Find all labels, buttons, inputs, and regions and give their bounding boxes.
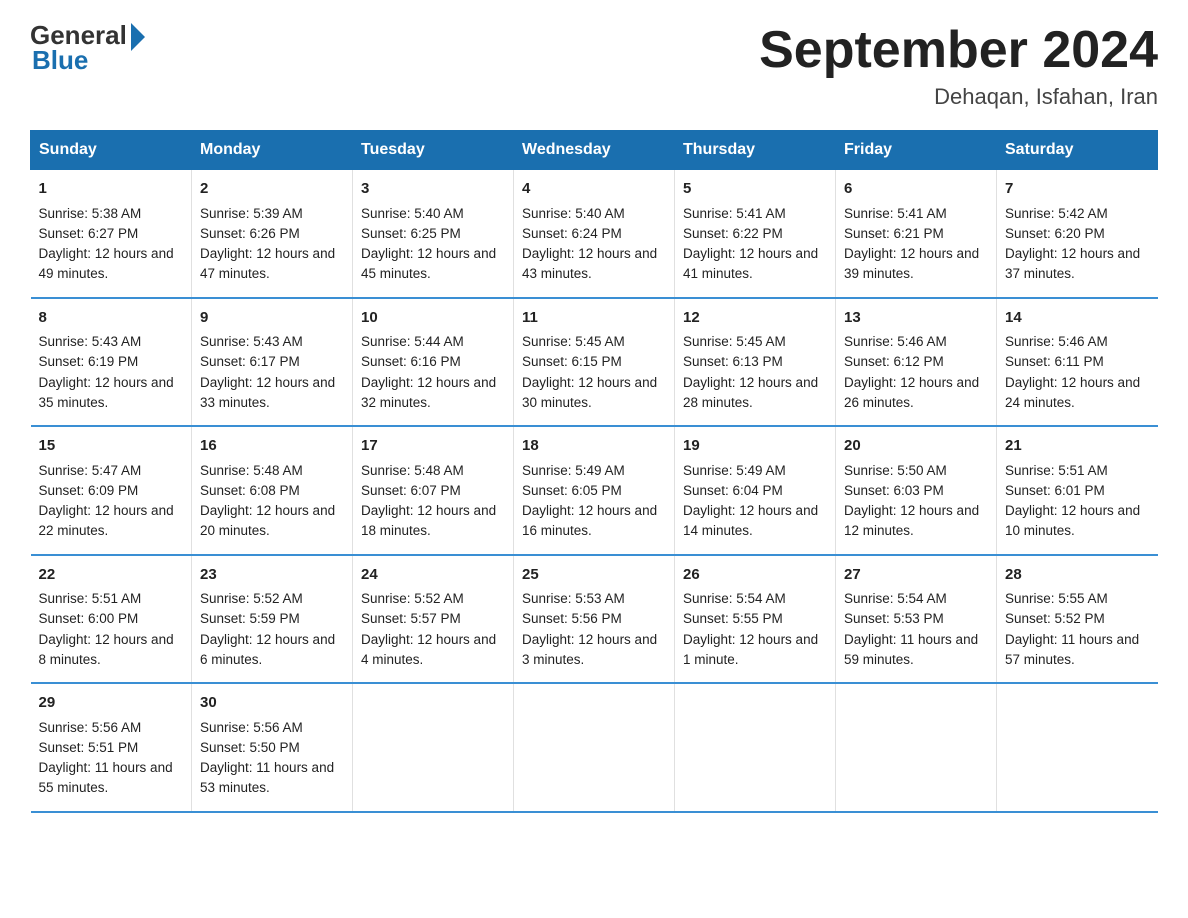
day-number: 25 [522, 564, 666, 587]
day-number: 6 [844, 178, 988, 201]
table-row: 23Sunrise: 5:52 AMSunset: 5:59 PMDayligh… [192, 555, 353, 684]
table-row: 14Sunrise: 5:46 AMSunset: 6:11 PMDayligh… [997, 298, 1158, 427]
day-number: 16 [200, 435, 344, 458]
day-number: 20 [844, 435, 988, 458]
day-number: 17 [361, 435, 505, 458]
day-number: 1 [39, 178, 184, 201]
calendar-body: 1Sunrise: 5:38 AMSunset: 6:27 PMDaylight… [31, 170, 1158, 812]
table-row: 2Sunrise: 5:39 AMSunset: 6:26 PMDaylight… [192, 170, 353, 298]
table-row: 28Sunrise: 5:55 AMSunset: 5:52 PMDayligh… [997, 555, 1158, 684]
table-row: 22Sunrise: 5:51 AMSunset: 6:00 PMDayligh… [31, 555, 192, 684]
day-number: 26 [683, 564, 827, 587]
day-number: 21 [1005, 435, 1150, 458]
table-row [353, 683, 514, 812]
table-row: 25Sunrise: 5:53 AMSunset: 5:56 PMDayligh… [514, 555, 675, 684]
calendar-title: September 2024 [759, 20, 1158, 80]
table-row: 12Sunrise: 5:45 AMSunset: 6:13 PMDayligh… [675, 298, 836, 427]
calendar-header: Sunday Monday Tuesday Wednesday Thursday… [31, 131, 1158, 170]
table-row: 30Sunrise: 5:56 AMSunset: 5:50 PMDayligh… [192, 683, 353, 812]
table-row: 7Sunrise: 5:42 AMSunset: 6:20 PMDaylight… [997, 170, 1158, 298]
table-row: 20Sunrise: 5:50 AMSunset: 6:03 PMDayligh… [836, 426, 997, 555]
table-row: 3Sunrise: 5:40 AMSunset: 6:25 PMDaylight… [353, 170, 514, 298]
table-row: 9Sunrise: 5:43 AMSunset: 6:17 PMDaylight… [192, 298, 353, 427]
day-number: 28 [1005, 564, 1150, 587]
day-number: 15 [39, 435, 184, 458]
day-number: 5 [683, 178, 827, 201]
day-number: 24 [361, 564, 505, 587]
day-number: 9 [200, 307, 344, 330]
day-number: 19 [683, 435, 827, 458]
logo-blue-text: Blue [32, 45, 88, 76]
header-thursday: Thursday [675, 131, 836, 170]
day-number: 4 [522, 178, 666, 201]
table-row [514, 683, 675, 812]
day-number: 23 [200, 564, 344, 587]
table-row: 13Sunrise: 5:46 AMSunset: 6:12 PMDayligh… [836, 298, 997, 427]
logo: General Blue [30, 20, 145, 76]
table-row: 26Sunrise: 5:54 AMSunset: 5:55 PMDayligh… [675, 555, 836, 684]
day-number: 12 [683, 307, 827, 330]
table-row: 6Sunrise: 5:41 AMSunset: 6:21 PMDaylight… [836, 170, 997, 298]
table-row: 18Sunrise: 5:49 AMSunset: 6:05 PMDayligh… [514, 426, 675, 555]
table-row: 1Sunrise: 5:38 AMSunset: 6:27 PMDaylight… [31, 170, 192, 298]
table-row: 4Sunrise: 5:40 AMSunset: 6:24 PMDaylight… [514, 170, 675, 298]
table-row: 19Sunrise: 5:49 AMSunset: 6:04 PMDayligh… [675, 426, 836, 555]
table-row: 11Sunrise: 5:45 AMSunset: 6:15 PMDayligh… [514, 298, 675, 427]
table-row: 16Sunrise: 5:48 AMSunset: 6:08 PMDayligh… [192, 426, 353, 555]
page-header: General Blue September 2024 Dehaqan, Isf… [30, 20, 1158, 110]
day-number: 7 [1005, 178, 1150, 201]
header-tuesday: Tuesday [353, 131, 514, 170]
calendar-table: Sunday Monday Tuesday Wednesday Thursday… [30, 130, 1158, 813]
day-number: 2 [200, 178, 344, 201]
header-wednesday: Wednesday [514, 131, 675, 170]
table-row: 21Sunrise: 5:51 AMSunset: 6:01 PMDayligh… [997, 426, 1158, 555]
day-number: 8 [39, 307, 184, 330]
header-saturday: Saturday [997, 131, 1158, 170]
header-monday: Monday [192, 131, 353, 170]
table-row [675, 683, 836, 812]
day-number: 10 [361, 307, 505, 330]
table-row [997, 683, 1158, 812]
calendar-subtitle: Dehaqan, Isfahan, Iran [759, 84, 1158, 110]
table-row: 5Sunrise: 5:41 AMSunset: 6:22 PMDaylight… [675, 170, 836, 298]
title-block: September 2024 Dehaqan, Isfahan, Iran [759, 20, 1158, 110]
table-row [836, 683, 997, 812]
table-row: 27Sunrise: 5:54 AMSunset: 5:53 PMDayligh… [836, 555, 997, 684]
day-number: 30 [200, 692, 344, 715]
day-number: 3 [361, 178, 505, 201]
day-number: 29 [39, 692, 184, 715]
table-row: 10Sunrise: 5:44 AMSunset: 6:16 PMDayligh… [353, 298, 514, 427]
day-number: 14 [1005, 307, 1150, 330]
table-row: 24Sunrise: 5:52 AMSunset: 5:57 PMDayligh… [353, 555, 514, 684]
logo-arrow-icon [131, 23, 145, 51]
table-row: 17Sunrise: 5:48 AMSunset: 6:07 PMDayligh… [353, 426, 514, 555]
day-number: 22 [39, 564, 184, 587]
header-friday: Friday [836, 131, 997, 170]
day-number: 11 [522, 307, 666, 330]
table-row: 8Sunrise: 5:43 AMSunset: 6:19 PMDaylight… [31, 298, 192, 427]
header-sunday: Sunday [31, 131, 192, 170]
table-row: 15Sunrise: 5:47 AMSunset: 6:09 PMDayligh… [31, 426, 192, 555]
day-number: 13 [844, 307, 988, 330]
day-number: 18 [522, 435, 666, 458]
day-number: 27 [844, 564, 988, 587]
table-row: 29Sunrise: 5:56 AMSunset: 5:51 PMDayligh… [31, 683, 192, 812]
